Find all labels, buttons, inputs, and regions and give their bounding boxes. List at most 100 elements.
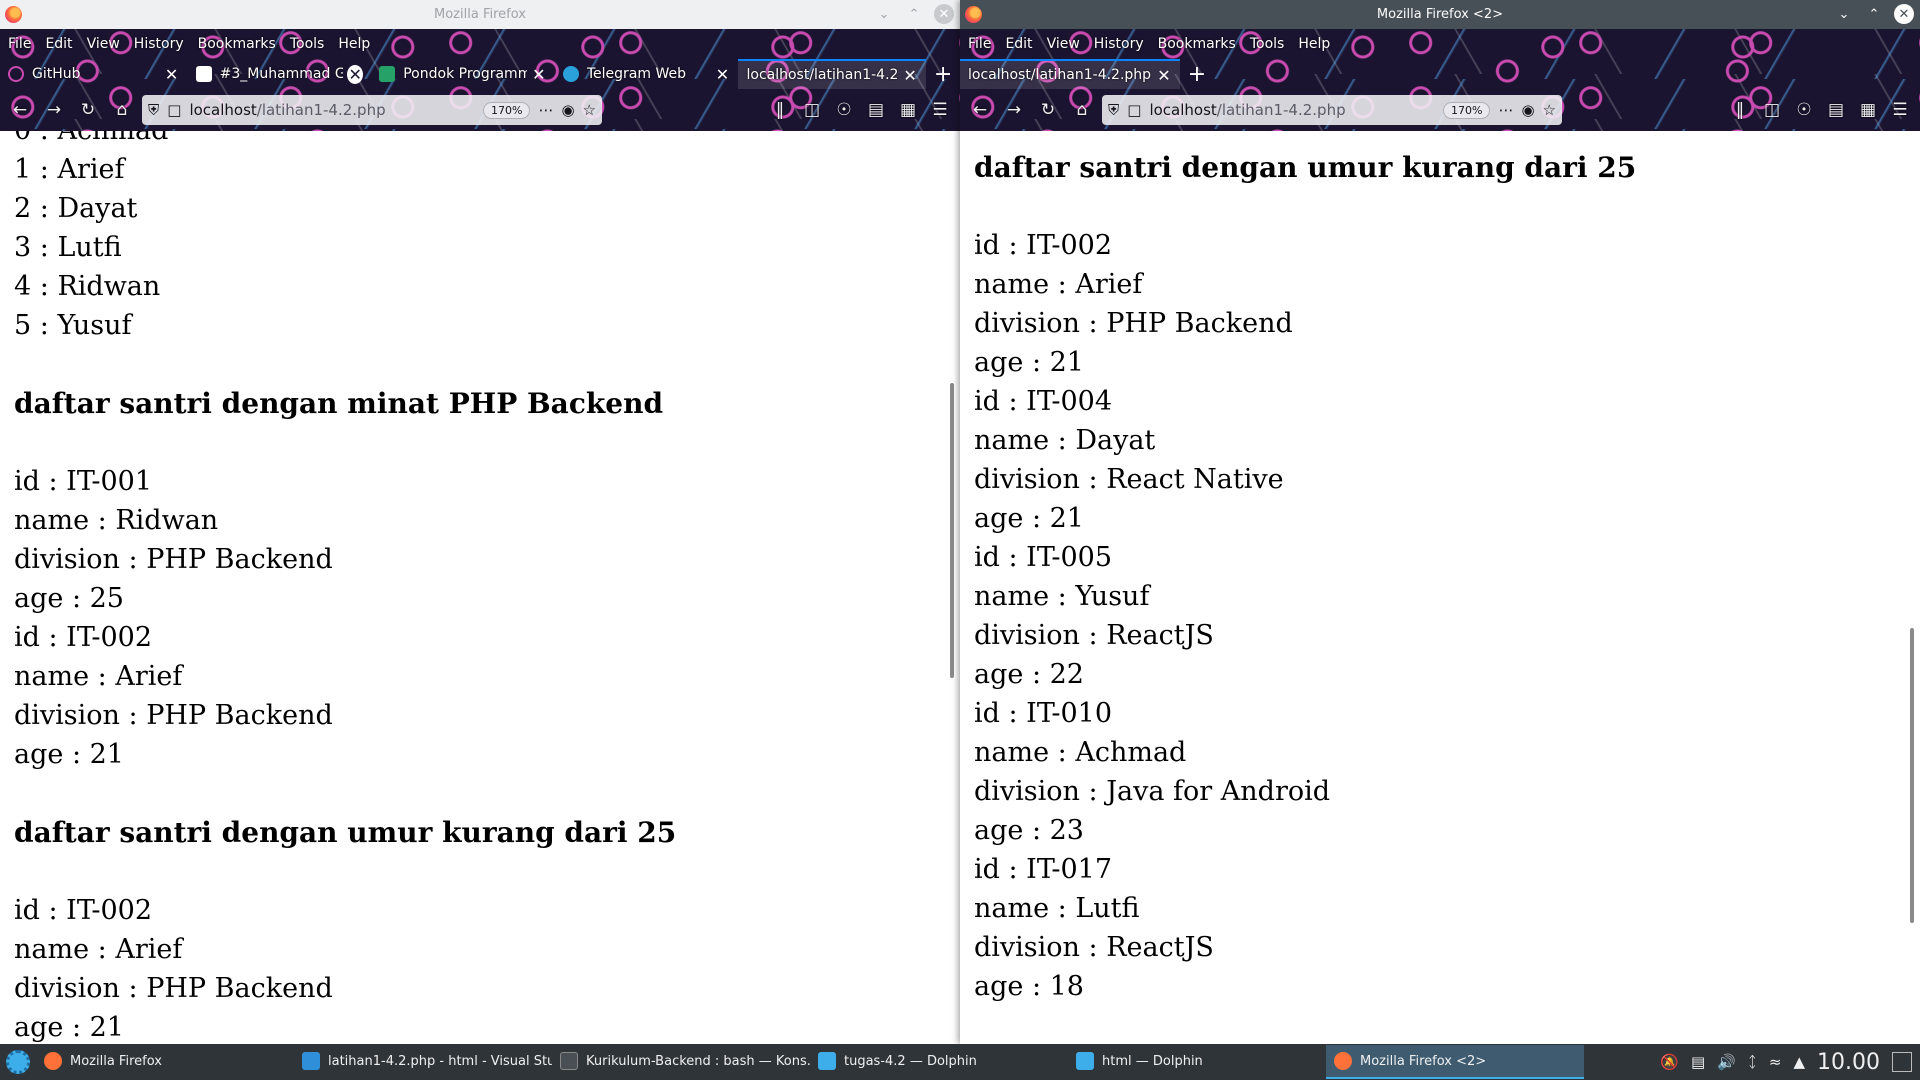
- task-vscode[interactable]: latihan1-4.2.php - html - Visual Stu...: [294, 1045, 552, 1079]
- translate-icon[interactable]: ▤: [862, 96, 890, 124]
- reload-icon[interactable]: ↻: [74, 96, 102, 124]
- close-icon[interactable]: ✕: [1894, 4, 1914, 24]
- home-icon[interactable]: ⌂: [1068, 96, 1096, 124]
- minimize-icon[interactable]: ⌄: [1834, 4, 1854, 24]
- tab-telegram-web[interactable]: Telegram Web ✕: [555, 59, 739, 89]
- account-icon[interactable]: ☉: [1790, 96, 1818, 124]
- library-icon[interactable]: ‖: [766, 96, 794, 124]
- menu-file[interactable]: File: [964, 36, 1001, 52]
- bookmark-star-icon[interactable]: ☆: [1543, 101, 1556, 119]
- scrollbar-thumb[interactable]: [1910, 628, 1914, 923]
- close-tab-icon[interactable]: ✕: [714, 65, 730, 84]
- close-tab-icon[interactable]: ✕: [347, 64, 364, 84]
- task-label: Mozilla Firefox <2>: [1360, 1053, 1487, 1069]
- menu-icon[interactable]: ☰: [926, 96, 954, 124]
- task-firefox[interactable]: Mozilla Firefox: [36, 1045, 294, 1079]
- forward-icon[interactable]: →: [40, 96, 68, 124]
- window-titlebar[interactable]: Mozilla Firefox <2> ⌄ ⌃ ✕: [960, 0, 1920, 29]
- github-icon: [195, 66, 212, 82]
- close-tab-icon[interactable]: ✕: [1156, 66, 1172, 85]
- menu-help[interactable]: Help: [1294, 36, 1340, 52]
- clipboard-icon[interactable]: ▤: [1691, 1053, 1705, 1071]
- tab-pondok-programmer[interactable]: Pondok Programm ✕: [371, 59, 555, 89]
- notifications-off-icon[interactable]: 🔕: [1660, 1053, 1679, 1071]
- menu-file[interactable]: File: [4, 36, 41, 52]
- menu-icon[interactable]: ☰: [1886, 96, 1914, 124]
- show-desktop-button[interactable]: [1892, 1052, 1912, 1072]
- menu-history[interactable]: History: [130, 36, 194, 52]
- maximize-icon[interactable]: ⌃: [904, 4, 924, 24]
- bookmark-star-icon[interactable]: ☆: [583, 101, 596, 119]
- task-firefox-2[interactable]: Mozilla Firefox <2>: [1326, 1045, 1584, 1079]
- clock[interactable]: 10.00: [1817, 1050, 1880, 1075]
- reload-icon[interactable]: ↻: [1034, 96, 1062, 124]
- tab-github[interactable]: GitHub ✕: [0, 59, 188, 89]
- translate-icon[interactable]: ▤: [1822, 96, 1850, 124]
- zoom-indicator[interactable]: 170%: [1443, 101, 1491, 119]
- url-bar[interactable]: ⛨ □ localhost/latihan1-4.2.php 170% ⋯ ◉ …: [1102, 95, 1562, 125]
- volume-icon[interactable]: 🔊: [1717, 1053, 1736, 1071]
- scrollbar-thumb[interactable]: [950, 383, 954, 678]
- home-icon[interactable]: ⌂: [108, 96, 136, 124]
- vertical-scrollbar[interactable]: [1908, 131, 1916, 1044]
- zoom-indicator[interactable]: 170%: [483, 101, 531, 119]
- tab-localhost[interactable]: localhost/latihan1-4.2.p ✕: [738, 59, 927, 89]
- system-tray: 🔕 ▤ 🔊 ᛨ ≈ ▲ 10.00: [1660, 1050, 1920, 1075]
- url-text[interactable]: localhost/latihan1-4.2.php: [1149, 101, 1435, 119]
- extensions-icon[interactable]: ▦: [894, 96, 922, 124]
- task-konsole[interactable]: Kurikulum-Backend : bash — Kons...: [552, 1045, 810, 1079]
- firefox-icon: [1334, 1052, 1352, 1070]
- menu-view[interactable]: View: [83, 36, 130, 52]
- back-icon[interactable]: ←: [6, 96, 34, 124]
- list-item: id : IT-017: [974, 854, 1113, 885]
- list-item: 1 : Arief: [14, 154, 125, 185]
- menu-tools[interactable]: Tools: [286, 36, 335, 52]
- menu-history[interactable]: History: [1090, 36, 1154, 52]
- url-text[interactable]: localhost/latihan1-4.2.php: [189, 101, 475, 119]
- account-icon[interactable]: ☉: [830, 96, 858, 124]
- more-actions-icon[interactable]: ⋯: [538, 101, 553, 119]
- application-launcher[interactable]: [0, 1044, 36, 1080]
- tab-muhammad[interactable]: #3_Muhammad Ge ✕: [188, 59, 372, 89]
- url-bar[interactable]: ⛨ □ localhost/latihan1-4.2.php 170% ⋯ ◉ …: [142, 95, 602, 125]
- menu-edit[interactable]: Edit: [1001, 36, 1042, 52]
- close-tab-icon[interactable]: ✕: [531, 65, 547, 84]
- task-dolphin-html[interactable]: html — Dolphin: [1068, 1045, 1326, 1079]
- sidebar-icon[interactable]: ◫: [1758, 96, 1786, 124]
- window-titlebar[interactable]: Mozilla Firefox ⌄ ⌃ ✕: [0, 0, 960, 29]
- telegram-icon: [562, 66, 579, 82]
- close-tab-icon[interactable]: ✕: [902, 66, 918, 85]
- menu-view[interactable]: View: [1043, 36, 1090, 52]
- shield-icon[interactable]: ⛨: [148, 101, 159, 119]
- expand-tray-icon[interactable]: ▲: [1793, 1053, 1805, 1071]
- close-icon[interactable]: ✕: [934, 4, 954, 24]
- back-icon[interactable]: ←: [966, 96, 994, 124]
- new-tab-button[interactable]: +: [1180, 59, 1214, 89]
- list-item: division : PHP Backend: [14, 700, 333, 731]
- tab-localhost[interactable]: localhost/latihan1-4.2.php ✕: [960, 59, 1180, 89]
- wifi-icon[interactable]: ≈: [1769, 1053, 1782, 1071]
- menu-bar: File Edit View History Bookmarks Tools H…: [0, 29, 960, 59]
- vertical-scrollbar[interactable]: [948, 131, 956, 1044]
- maximize-icon[interactable]: ⌃: [1864, 4, 1884, 24]
- menu-bookmarks[interactable]: Bookmarks: [1154, 36, 1246, 52]
- pocket-icon[interactable]: ◉: [561, 101, 574, 119]
- shield-icon[interactable]: ⛨: [1108, 101, 1119, 119]
- page-info-icon[interactable]: □: [1127, 101, 1141, 119]
- close-tab-icon[interactable]: ✕: [164, 65, 180, 84]
- menu-help[interactable]: Help: [334, 36, 380, 52]
- forward-icon[interactable]: →: [1000, 96, 1028, 124]
- library-icon[interactable]: ‖: [1726, 96, 1754, 124]
- bluetooth-icon[interactable]: ᛨ: [1748, 1053, 1757, 1071]
- task-dolphin-tugas[interactable]: tugas-4.2 — Dolphin: [810, 1045, 1068, 1079]
- menu-tools[interactable]: Tools: [1246, 36, 1295, 52]
- menu-edit[interactable]: Edit: [41, 36, 82, 52]
- menu-bookmarks[interactable]: Bookmarks: [194, 36, 286, 52]
- more-actions-icon[interactable]: ⋯: [1498, 101, 1513, 119]
- sidebar-icon[interactable]: ◫: [798, 96, 826, 124]
- minimize-icon[interactable]: ⌄: [874, 4, 894, 24]
- pocket-icon[interactable]: ◉: [1521, 101, 1534, 119]
- page-info-icon[interactable]: □: [167, 101, 181, 119]
- new-tab-button[interactable]: +: [926, 59, 960, 89]
- extensions-icon[interactable]: ▦: [1854, 96, 1882, 124]
